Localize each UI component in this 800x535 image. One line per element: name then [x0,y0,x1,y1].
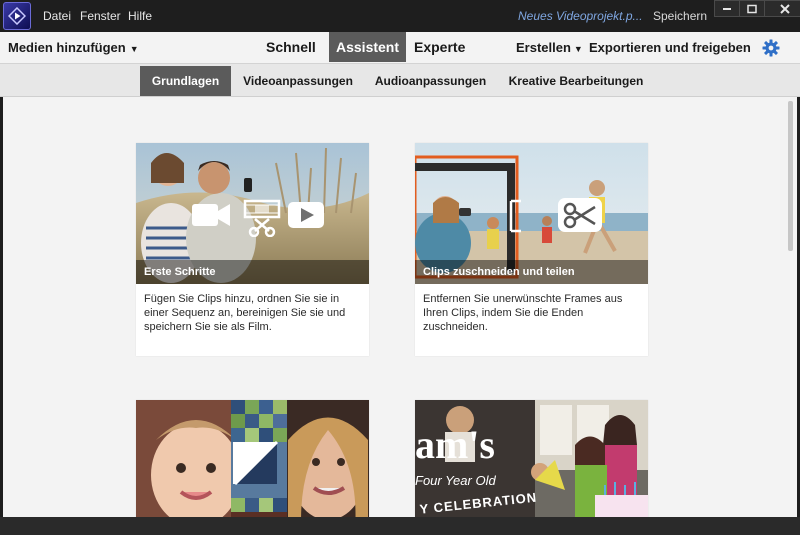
subtab-videoanpassungen[interactable]: Videoanpassungen [237,66,359,96]
minimize-button[interactable] [714,0,740,17]
photo-banner-text: am's [415,422,495,467]
close-icon [780,3,790,14]
subtab-audioanpassungen[interactable]: Audioanpassungen [368,66,493,96]
card-title: Clips zuschneiden und teilen [415,260,648,284]
transition-icon [233,440,279,486]
card-thumbnail: Clips zuschneiden und teilen [415,143,648,284]
subtab-kreative-bearbeitungen[interactable]: Kreative Bearbeitungen [503,66,649,96]
add-media-dropdown[interactable]: Medien hinzufügen ▼ [8,40,139,55]
scrollbar-thumb[interactable] [788,101,793,251]
menu-datei[interactable]: Datei [43,9,71,23]
photo-banner-subtext: Four Year Old [415,473,496,488]
guided-content-panel: Erste Schritte Fügen Sie Clips hinzu, or… [3,97,797,517]
tab-assistent[interactable]: Assistent [329,32,407,62]
tab-experte[interactable]: Experte [407,32,472,62]
project-title: Neues Videoprojekt.p... [518,9,643,23]
menu-hilfe[interactable]: Hilfe [128,9,152,23]
save-button[interactable]: Speichern [653,9,707,23]
guided-category-bar: Grundlagen Videoanpassungen Audioanpassu… [0,64,800,97]
minimize-icon [723,7,731,10]
trim-handle-icon [509,199,521,233]
birthday-photo: am's Four Year Old Y CELEBRATION [415,400,648,517]
card-description: Entfernen Sie unerwünschte Frames aus Ih… [423,293,623,333]
app-logo-icon [3,2,31,30]
card-clips-zuschneiden[interactable]: Clips zuschneiden und teilen Entfernen S… [415,143,648,356]
maximize-button[interactable] [739,0,765,17]
app-window: Datei Fenster Hilfe Neues Videoprojekt.p… [0,0,800,535]
card-thumbnail: am's Four Year Old Y CELEBRATION [415,400,648,517]
chevron-down-icon: ▼ [129,44,139,54]
add-media-label: Medien hinzufügen [8,40,126,55]
card-transitions[interactable] [136,400,369,517]
play-icon [288,202,324,228]
card-thumbnail: Erste Schritte [136,143,369,284]
subtab-grundlagen[interactable]: Grundlagen [140,66,231,96]
gear-icon[interactable] [762,39,780,57]
content-scrollbar[interactable] [786,101,795,511]
card-description: Fügen Sie Clips hinzu, ordnen Sie sie in… [144,293,346,333]
scissors-icon [558,198,602,232]
tab-schnell[interactable]: Schnell [259,32,323,62]
menu-fenster[interactable]: Fenster [80,9,121,23]
card-birthday-movie[interactable]: am's Four Year Old Y CELEBRATION [415,400,648,517]
export-share-button[interactable]: Exportieren und freigeben [589,40,751,55]
card-title: Erste Schritte [136,260,369,284]
create-dropdown[interactable]: Erstellen ▼ [516,40,583,55]
close-button[interactable] [764,0,800,17]
mode-bar: Medien hinzufügen ▼ Schnell Assistent Exp… [0,32,800,64]
create-label: Erstellen [516,40,571,55]
maximize-icon [747,4,757,13]
film-scissors-icon [243,199,281,237]
status-bar [0,517,800,535]
video-camera-icon [192,204,230,226]
chevron-down-icon: ▼ [573,44,583,54]
card-thumbnail [136,400,369,517]
title-bar: Datei Fenster Hilfe Neues Videoprojekt.p… [0,0,800,32]
card-erste-schritte[interactable]: Erste Schritte Fügen Sie Clips hinzu, or… [136,143,369,356]
